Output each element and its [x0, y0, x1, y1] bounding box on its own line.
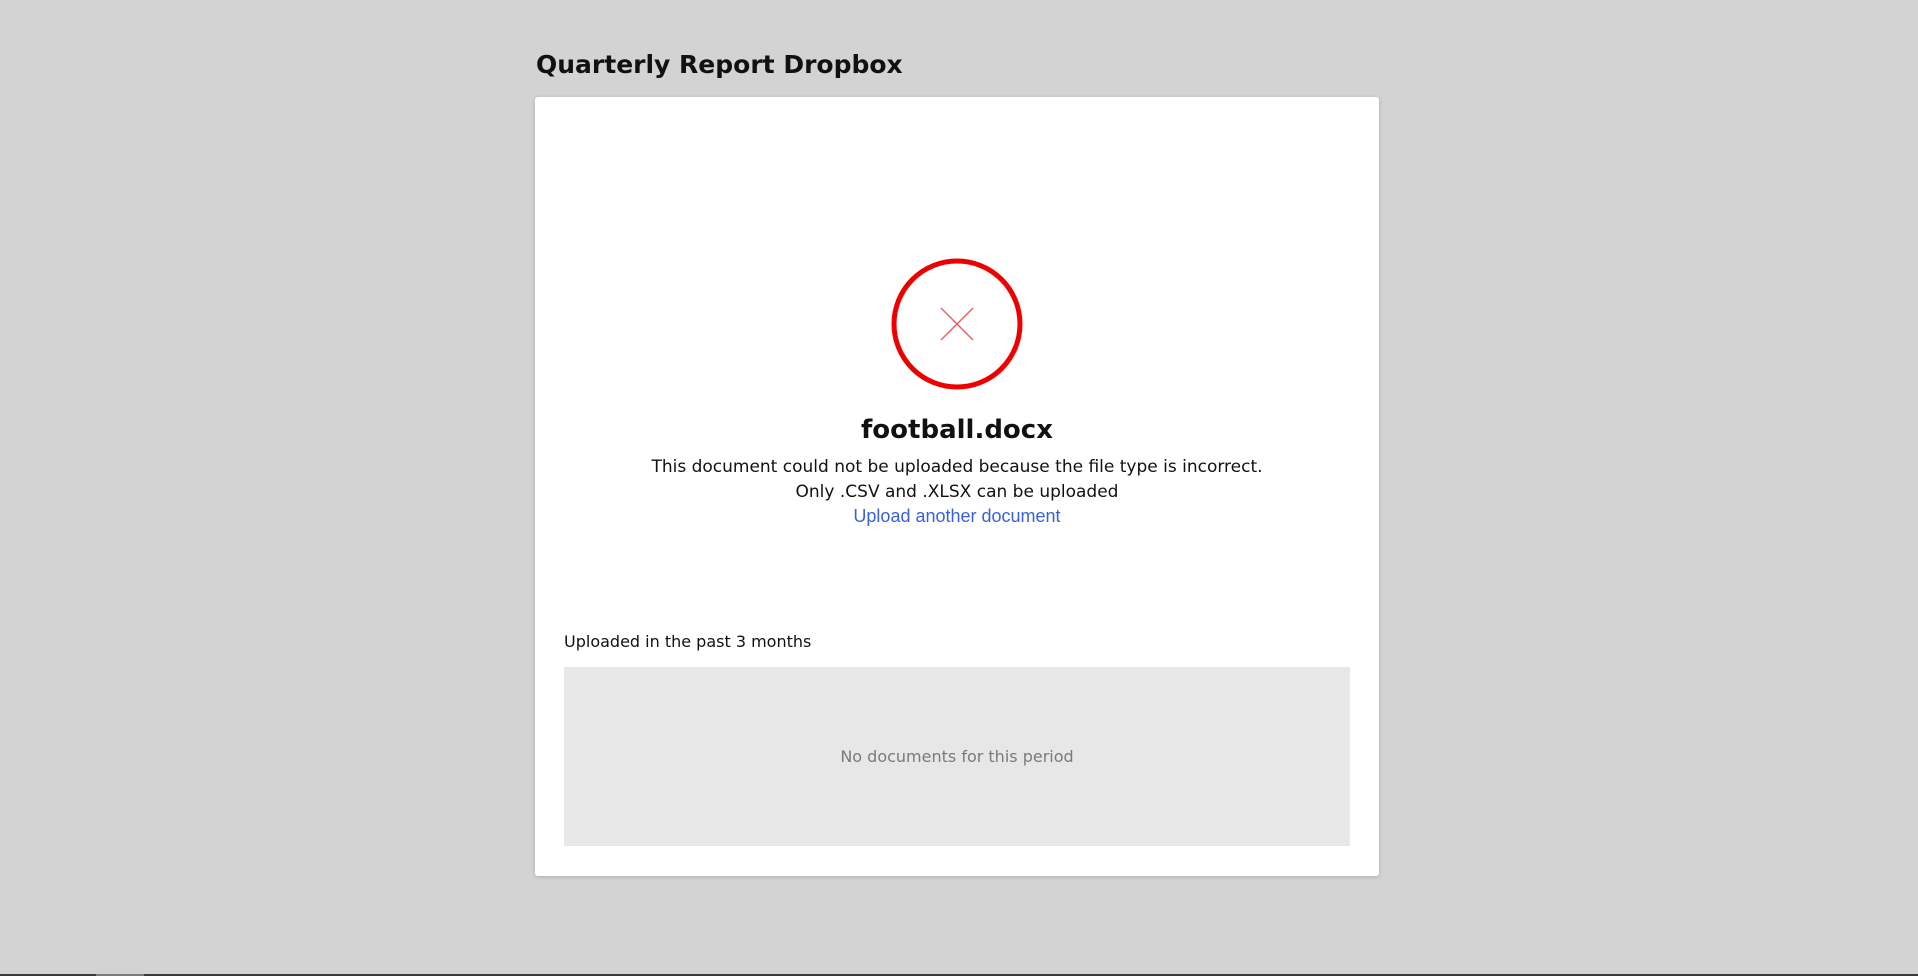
file-name: football.docx: [861, 415, 1053, 445]
upload-link-container: Upload another document: [535, 506, 1379, 527]
upload-card: football.docx This document could not be…: [535, 97, 1379, 876]
history-empty-state: No documents for this period: [564, 667, 1350, 846]
empty-state-message: No documents for this period: [840, 747, 1074, 766]
history-heading: Uploaded in the past 3 months: [564, 632, 812, 651]
error-close-icon: [891, 258, 1023, 390]
upload-another-document-link[interactable]: Upload another document: [853, 506, 1060, 526]
page-title: Quarterly Report Dropbox: [536, 50, 903, 79]
error-message: This document could not be uploaded beca…: [651, 457, 1263, 477]
allowed-types-message: Only .CSV and .XLSX can be uploaded: [795, 482, 1119, 502]
